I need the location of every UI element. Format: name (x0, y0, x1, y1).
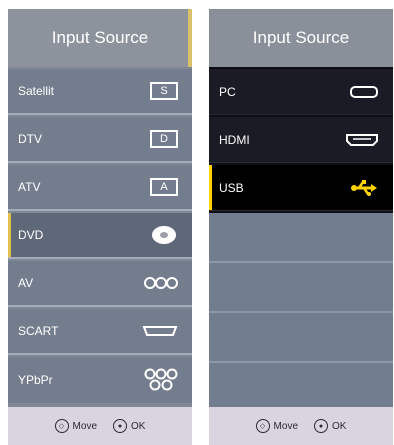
move-icon: ◇ (255, 419, 270, 433)
input-source-panel-right: Input Source PC HDMI USB ◇ Move ● OK (209, 9, 393, 445)
panel-title: Input Source (8, 9, 192, 67)
footer-hints: ◇ Move ● OK (8, 407, 192, 445)
source-item-ypbpr[interactable]: YPbPr (8, 357, 192, 403)
empty-slot (209, 363, 393, 407)
satellite-icon: S (150, 82, 178, 100)
source-item-dtv[interactable]: DTV D (8, 117, 192, 163)
move-hint: ◇ Move (255, 419, 298, 433)
ok-icon: ● (113, 419, 127, 433)
source-item-usb[interactable]: USB (209, 165, 393, 211)
move-hint: ◇ Move (54, 419, 97, 433)
disc-icon (150, 225, 178, 245)
input-source-panel-left: Input Source Satellit S DTV D ATV A DVD … (8, 9, 192, 445)
scart-icon (142, 325, 178, 337)
av-connectors-icon (144, 276, 178, 290)
empty-slot (209, 313, 393, 363)
atv-icon: A (150, 178, 178, 196)
source-item-satellit[interactable]: Satellit S (8, 69, 192, 115)
source-item-atv[interactable]: ATV A (8, 165, 192, 211)
usb-icon (349, 178, 379, 198)
source-item-av[interactable]: AV (8, 261, 192, 307)
source-item-scart[interactable]: SCART (8, 309, 192, 355)
source-item-dvd[interactable]: DVD (8, 213, 192, 259)
component-connectors-icon (144, 368, 178, 392)
header-accent (188, 9, 192, 67)
vga-port-icon (349, 85, 379, 99)
panel-title: Input Source (209, 9, 393, 67)
move-icon: ◇ (54, 419, 69, 433)
ok-hint: ● OK (314, 419, 346, 433)
footer-hints: ◇ Move ● OK (209, 407, 393, 445)
hdmi-port-icon (345, 133, 379, 147)
empty-slot (209, 263, 393, 313)
dtv-icon: D (150, 130, 178, 148)
ok-icon: ● (314, 419, 328, 433)
empty-slot (209, 213, 393, 263)
source-item-pc[interactable]: PC (209, 69, 393, 115)
source-item-hdmi[interactable]: HDMI (209, 117, 393, 163)
ok-hint: ● OK (113, 419, 145, 433)
